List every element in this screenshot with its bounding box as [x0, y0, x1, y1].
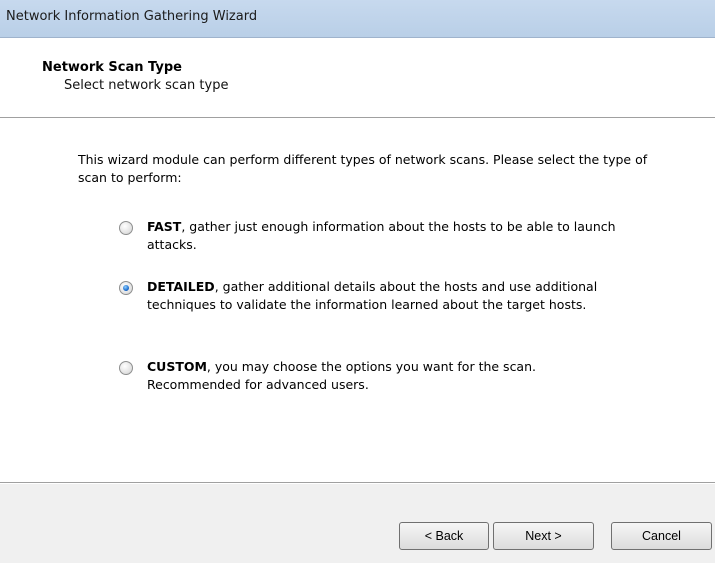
- cancel-button[interactable]: Cancel: [611, 522, 712, 550]
- fast-label[interactable]: FAST, gather just enough information abo…: [147, 218, 627, 254]
- back-button[interactable]: < Back: [399, 522, 489, 550]
- fast-radio[interactable]: [119, 221, 133, 235]
- fast-keyword: FAST: [147, 219, 182, 234]
- custom-label[interactable]: CUSTOM, you may choose the options you w…: [147, 358, 627, 394]
- intro-text: This wizard module can perform different…: [78, 152, 648, 185]
- fast-description: , gather just enough information about t…: [147, 219, 616, 252]
- window-title: Network Information Gathering Wizard: [6, 9, 258, 24]
- detailed-radio[interactable]: [119, 281, 133, 295]
- next-button[interactable]: Next >: [493, 522, 594, 550]
- custom-keyword: CUSTOM: [147, 359, 207, 374]
- page-title: Network Scan Type: [42, 60, 182, 75]
- wizard-header: Network Scan Type Select network scan ty…: [0, 38, 715, 117]
- detailed-label[interactable]: DETAILED, gather additional details abou…: [147, 278, 627, 314]
- detailed-keyword: DETAILED: [147, 279, 215, 294]
- footer-divider: [0, 482, 715, 484]
- wizard-window: Network Information Gathering Wizard Net…: [0, 0, 715, 563]
- title-bar: Network Information Gathering Wizard: [0, 0, 715, 38]
- detailed-description: , gather additional details about the ho…: [147, 279, 598, 312]
- custom-radio[interactable]: [119, 361, 133, 375]
- page-subtitle: Select network scan type: [64, 78, 229, 93]
